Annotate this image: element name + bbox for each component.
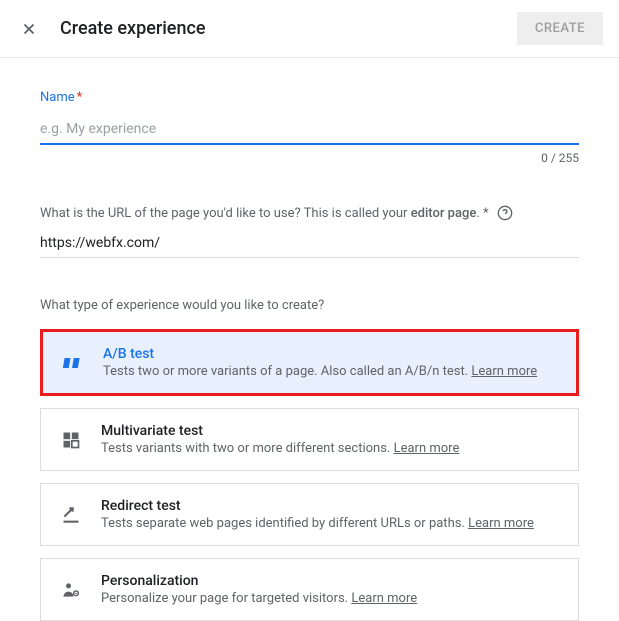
- option-multivariate[interactable]: Multivariate test Tests variants with tw…: [40, 408, 579, 471]
- name-field-group: Name* 0 / 255: [40, 86, 579, 165]
- option-desc-text: Tests two or more variants of a page. Al…: [103, 364, 468, 379]
- content: Name* 0 / 255 What is the URL of the pag…: [0, 58, 619, 621]
- create-button[interactable]: CREATE: [517, 12, 603, 45]
- name-label-text: Name: [40, 90, 75, 105]
- header-left: Create experience: [16, 16, 206, 42]
- url-label-suffix: . *: [476, 206, 488, 221]
- close-button[interactable]: [16, 16, 42, 42]
- learn-more-link[interactable]: Learn more: [394, 441, 460, 456]
- option-desc: Personalize your page for targeted visit…: [101, 591, 560, 606]
- name-label: Name*: [40, 90, 82, 105]
- ab-test-icon: [61, 351, 85, 375]
- help-icon[interactable]: [497, 205, 513, 221]
- option-personalization[interactable]: Personalization Personalize your page fo…: [40, 558, 579, 621]
- option-title: Multivariate test: [101, 423, 560, 439]
- page-title: Create experience: [60, 18, 206, 39]
- url-label-bold: editor page: [411, 206, 477, 221]
- option-redirect[interactable]: Redirect test Tests separate web pages i…: [40, 483, 579, 546]
- option-title: Personalization: [101, 573, 560, 589]
- option-body: Multivariate test Tests variants with tw…: [101, 423, 560, 456]
- option-desc-text: Tests separate web pages identified by d…: [101, 516, 465, 531]
- redirect-icon: [59, 503, 83, 527]
- option-desc-text: Personalize your page for targeted visit…: [101, 591, 348, 606]
- option-body: A/B test Tests two or more variants of a…: [103, 346, 558, 379]
- multivariate-icon: [59, 428, 83, 452]
- url-label: What is the URL of the page you'd like t…: [40, 205, 579, 221]
- char-count: 0 / 255: [40, 151, 579, 165]
- name-input[interactable]: [40, 111, 579, 145]
- learn-more-link[interactable]: Learn more: [471, 364, 537, 379]
- type-label: What type of experience would you like t…: [40, 298, 579, 313]
- learn-more-link[interactable]: Learn more: [351, 591, 417, 606]
- header: Create experience CREATE: [0, 0, 619, 58]
- personalization-icon: [59, 578, 83, 602]
- option-desc-text: Tests variants with two or more differen…: [101, 441, 390, 456]
- option-desc: Tests two or more variants of a page. Al…: [103, 364, 558, 379]
- required-asterisk: *: [77, 90, 83, 105]
- url-input[interactable]: [40, 225, 579, 258]
- close-icon: [20, 20, 38, 38]
- option-title: Redirect test: [101, 498, 560, 514]
- option-ab-test[interactable]: A/B test Tests two or more variants of a…: [40, 329, 579, 396]
- option-desc: Tests separate web pages identified by d…: [101, 516, 560, 531]
- option-body: Redirect test Tests separate web pages i…: [101, 498, 560, 531]
- option-body: Personalization Personalize your page fo…: [101, 573, 560, 606]
- option-title: A/B test: [103, 346, 558, 362]
- learn-more-link[interactable]: Learn more: [468, 516, 534, 531]
- url-field-group: What is the URL of the page you'd like t…: [40, 205, 579, 258]
- url-label-prefix: What is the URL of the page you'd like t…: [40, 206, 411, 221]
- option-desc: Tests variants with two or more differen…: [101, 441, 560, 456]
- url-label-text: What is the URL of the page you'd like t…: [40, 206, 489, 221]
